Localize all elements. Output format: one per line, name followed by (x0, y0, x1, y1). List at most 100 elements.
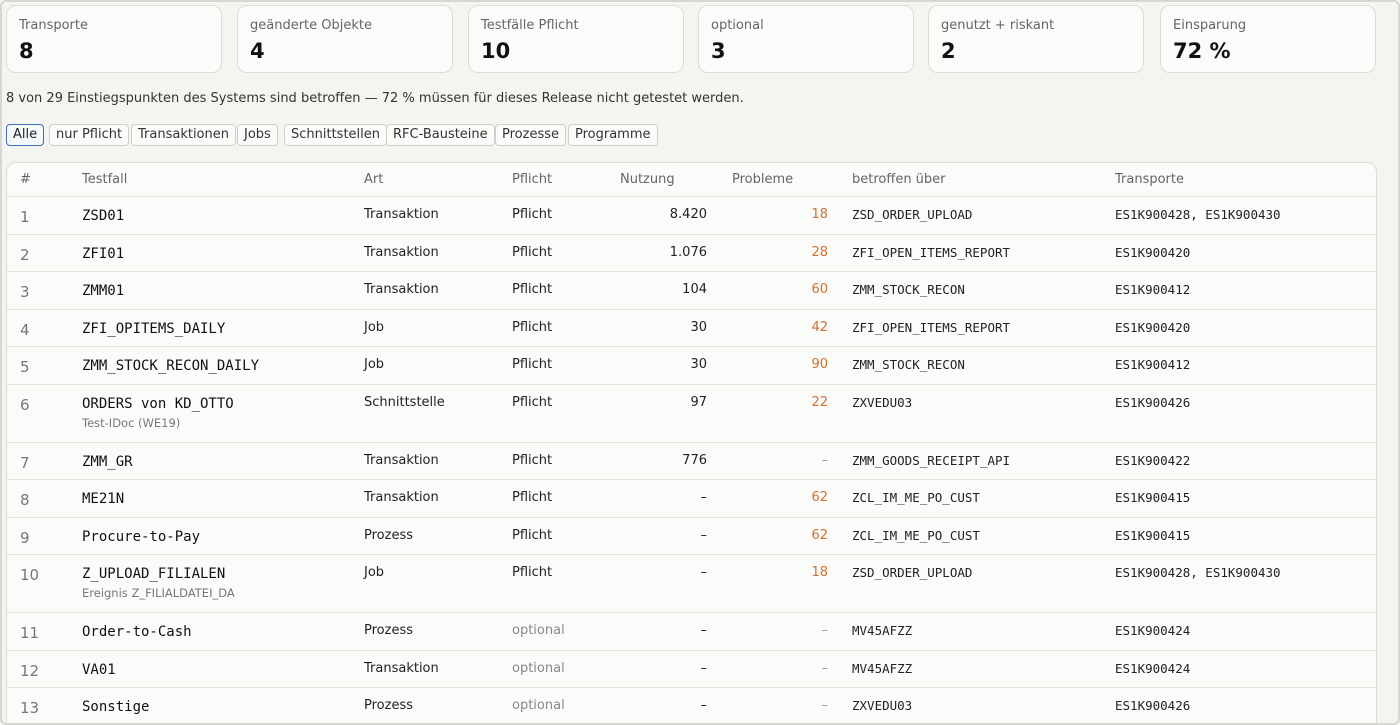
row-number: 6 (20, 395, 30, 414)
usage-cell: 8.420 (669, 207, 707, 222)
problems-cell: 62 (811, 490, 828, 505)
testcase-name: Z_UPLOAD_FILIALEN (82, 566, 226, 582)
table-row[interactable]: 2 ZFI01 Transaktion Pflicht 1.076 28 ZFI_OPEN_… (7, 235, 1376, 272)
table-row[interactable]: 4 ZFI_OPITEMS_DAILY Job Pflicht 30 42 ZFI_OPEN… (7, 310, 1376, 347)
transports-cell: ES1K900415 (1115, 490, 1191, 505)
usage-cell: 104 (682, 282, 707, 297)
usage-cell: – (700, 490, 708, 505)
stat-label: Transporte (19, 18, 88, 33)
usage-cell: 776 (682, 452, 707, 468)
testcase-name: ZMM01 (82, 283, 125, 299)
testcase-name: VA01 (82, 661, 116, 678)
usage-cell: 30 (690, 357, 707, 372)
usage-cell: – (700, 565, 708, 580)
testcase-name: ZMM_GR (82, 453, 133, 470)
table-row[interactable]: 1 ZSD01 Transaktion Pflicht 8.420 18 ZSD_ORDER… (7, 197, 1376, 235)
problems-cell: 90 (811, 357, 828, 372)
stat-label: Einsparung (1173, 18, 1247, 33)
usage-cell: – (700, 698, 708, 713)
testcase-name: ZSD01 (82, 208, 125, 224)
affected-via-cell: ZMM_STOCK_RECON (852, 357, 965, 372)
filter-chip-jobs[interactable]: Jobs (237, 124, 278, 146)
affected-via-cell: ZMM_STOCK_RECON (852, 282, 965, 297)
problems-cell: 28 (811, 244, 828, 260)
table-row[interactable]: 13 Sonstige Prozess optional – – ZXVEDU03 ES1K9… (7, 688, 1376, 723)
filter-chip-nur-pflicht[interactable]: nur Pflicht (49, 124, 130, 146)
row-number: 12 (20, 661, 40, 680)
stat-card: geänderte Objekte 4 (237, 5, 453, 73)
transports-cell: ES1K900426 (1115, 698, 1191, 713)
problems-cell: – (821, 660, 829, 676)
table-header-row: # Testfall Art Pflicht Nutzung Probleme betrof… (7, 163, 1376, 197)
type-cell: Transaktion (364, 207, 439, 222)
row-number: 11 (20, 624, 40, 642)
mandatory-cell: Pflicht (512, 282, 553, 297)
transports-cell: ES1K900412 (1115, 357, 1191, 372)
filter-chip-alle[interactable]: Alle (6, 124, 45, 146)
type-cell: Job (364, 565, 385, 580)
affected-via-cell: ZXVEDU03 (852, 698, 913, 713)
type-cell: Transaktion (364, 282, 439, 297)
table-row[interactable]: 6 ORDERS von KD_OTTO Test-IDoc (WE19) Schni… (7, 385, 1376, 443)
mandatory-cell: optional (512, 623, 565, 638)
type-cell: Transaktion (364, 452, 439, 468)
filter-chip-programme[interactable]: Programme (568, 124, 658, 146)
transports-cell: ES1K900422 (1115, 452, 1191, 468)
transports-cell: ES1K900424 (1115, 660, 1191, 676)
mandatory-cell: Pflicht (512, 527, 553, 543)
column-header: Art (364, 172, 384, 187)
transports-cell: ES1K900412 (1115, 282, 1191, 297)
affected-via-cell: ZSD_ORDER_UPLOAD (852, 207, 973, 222)
column-header: Testfall (82, 172, 128, 187)
testcase-name: Procure-to-Pay (82, 528, 201, 545)
problems-cell: – (821, 623, 829, 638)
filter-chip-rfc-bausteine[interactable]: RFC-Bausteine (386, 124, 495, 146)
column-header: Nutzung (620, 172, 675, 187)
table-row[interactable]: 3 ZMM01 Transaktion Pflicht 104 60 ZMM_STOCK_R… (7, 272, 1376, 310)
problems-cell: 22 (811, 394, 828, 410)
stat-card: Einsparung 72 % (1160, 5, 1376, 73)
stat-card: Transporte 8 (6, 5, 222, 73)
type-cell: Prozess (364, 623, 413, 638)
problems-cell: 18 (811, 565, 828, 580)
type-cell: Job (364, 357, 385, 372)
table-row[interactable]: 8 ME21N Transaktion Pflicht – 62 ZCL_IM_ME_PO_… (7, 480, 1376, 518)
testcase-subtitle: Test-IDoc (WE19) (82, 415, 181, 430)
filter-chip-transaktionen[interactable]: Transaktionen (131, 124, 236, 146)
transports-cell: ES1K900428, ES1K900430 (1115, 565, 1281, 580)
type-cell: Schnittstelle (364, 394, 445, 410)
table-row[interactable]: 7 ZMM_GR Transaktion Pflicht 776 – ZMM_GOODS_R… (7, 443, 1376, 480)
filter-chip-prozesse[interactable]: Prozesse (495, 124, 566, 146)
testcase-name: ORDERS von KD_OTTO (82, 395, 234, 412)
type-cell: Transaktion (364, 660, 439, 676)
stat-value: 72 % (1173, 39, 1231, 63)
problems-cell: – (821, 452, 829, 468)
mandatory-cell: Pflicht (512, 357, 553, 372)
filter-chip-schnittstellen[interactable]: Schnittstellen (284, 124, 388, 146)
table-row[interactable]: 9 Procure-to-Pay Prozess Pflicht – 62 ZCL_IM_M… (7, 518, 1376, 555)
mandatory-cell: Pflicht (512, 490, 553, 505)
stat-value: 3 (711, 39, 726, 63)
table-row[interactable]: 10 Z_UPLOAD_FILIALEN Ereignis Z_FILIALDATE… (7, 555, 1376, 613)
usage-cell: – (700, 623, 708, 638)
table-row[interactable]: 12 VA01 Transaktion optional – – MV45AFZZ ES1K9… (7, 651, 1376, 688)
mandatory-cell: Pflicht (512, 319, 553, 335)
usage-cell: – (700, 660, 708, 676)
table-row[interactable]: 11 Order-to-Cash Prozess optional – – MV45AFZZ… (7, 613, 1376, 651)
type-cell: Transaktion (364, 244, 439, 260)
summary-text: 8 von 29 Einstiegspunkten des Systems si… (6, 91, 744, 106)
usage-cell: 97 (690, 394, 707, 410)
column-header: # (20, 172, 31, 187)
affected-via-cell: ZXVEDU03 (852, 394, 913, 410)
type-cell: Transaktion (364, 490, 439, 505)
row-number: 7 (20, 453, 30, 472)
usage-cell: 1.076 (669, 244, 707, 260)
column-header: betroffen über (852, 172, 946, 187)
column-header: Probleme (732, 172, 794, 187)
testcase-name: Sonstige (82, 699, 150, 715)
table-row[interactable]: 5 ZMM_STOCK_RECON_DAILY Job Pflicht 30 90 ZMM_… (7, 347, 1376, 385)
problems-cell: 42 (811, 319, 828, 335)
transports-cell: ES1K900415 (1115, 527, 1191, 543)
stat-value: 2 (941, 39, 956, 63)
problems-cell: 60 (811, 282, 828, 297)
